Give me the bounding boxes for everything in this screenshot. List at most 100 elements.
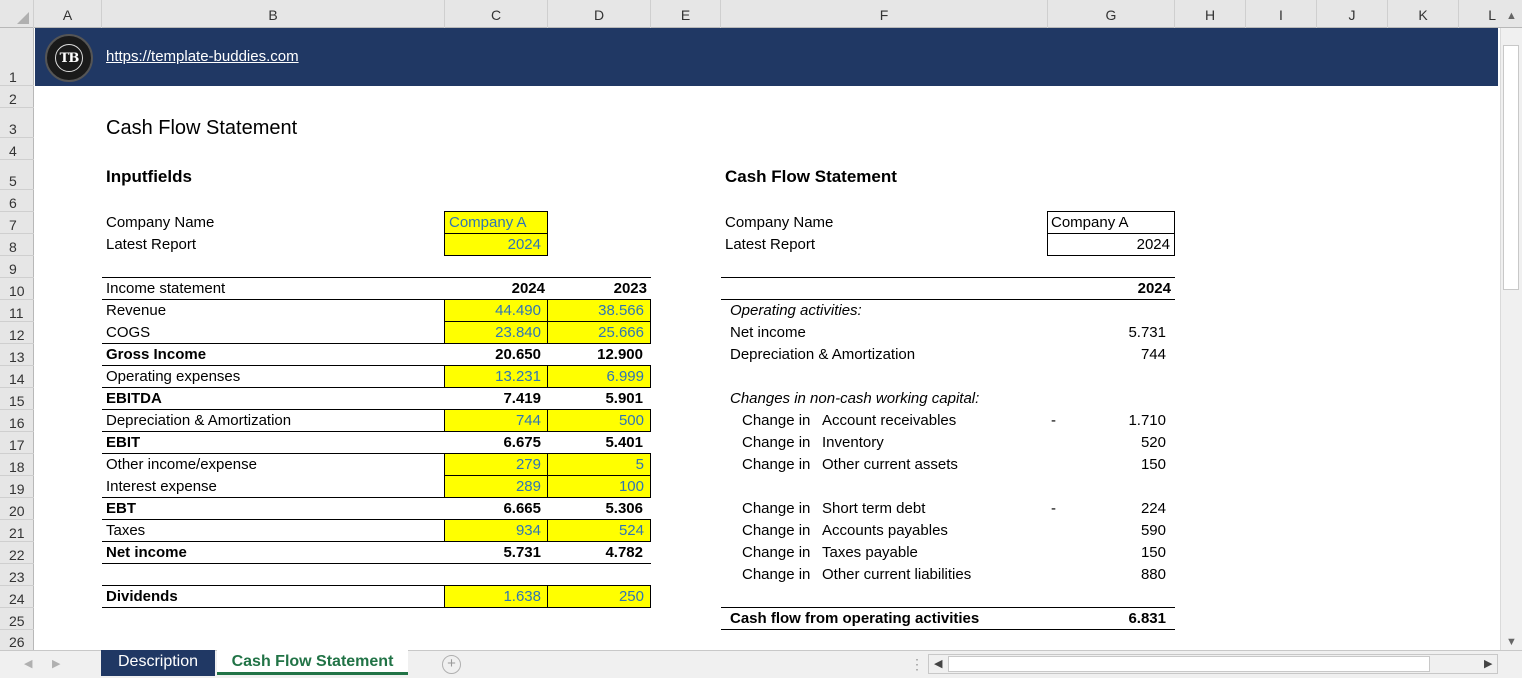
tab-scroll-left-icon[interactable]: ◀ xyxy=(24,657,32,670)
row-header[interactable]: 2 xyxy=(0,86,34,108)
row-header[interactable]: 1 xyxy=(0,28,34,86)
row-header[interactable]: 23 xyxy=(0,564,34,586)
operating-expenses-2024-input[interactable]: 13.231 xyxy=(444,365,548,388)
other-income-2023-input[interactable]: 5 xyxy=(547,453,651,476)
dividends-2024-input[interactable]: 1.638 xyxy=(444,585,548,608)
depreciation-2024-input[interactable]: 744 xyxy=(444,409,548,432)
wc-short-term-debt-label: Short term debt xyxy=(822,500,926,517)
add-sheet-icon[interactable]: + xyxy=(442,655,461,674)
operating-expenses-2023-input[interactable]: 6.999 xyxy=(547,365,651,388)
row-header[interactable]: 19 xyxy=(0,476,34,498)
scroll-down-icon[interactable]: ▼ xyxy=(1506,636,1517,648)
tab-description[interactable]: Description xyxy=(101,650,215,676)
row-header[interactable]: 17 xyxy=(0,432,34,454)
column-header-bar: A B C D E F G H I J K L xyxy=(0,0,1522,28)
change-in-prefix: Change in xyxy=(742,434,811,451)
tab-cash-flow-statement[interactable]: Cash Flow Statement xyxy=(217,650,408,675)
column-header-c[interactable]: C xyxy=(445,0,548,28)
row-header[interactable]: 11 xyxy=(0,300,34,322)
wc-short-term-debt-value: 224 xyxy=(1140,500,1166,517)
row-header[interactable]: 12 xyxy=(0,322,34,344)
interest-expense-2023-input[interactable]: 100 xyxy=(547,475,651,498)
wc-taxes-payable-label: Taxes payable xyxy=(822,544,918,561)
dividends-2023-input[interactable]: 250 xyxy=(547,585,651,608)
cf-depreciation-value: 744 xyxy=(1140,346,1166,363)
column-header-i[interactable]: I xyxy=(1246,0,1317,28)
other-income-label: Other income/expense xyxy=(106,456,257,473)
horizontal-scroll-thumb[interactable] xyxy=(948,656,1430,672)
row-header[interactable]: 13 xyxy=(0,344,34,366)
year-header-2024: 2024 xyxy=(511,280,545,297)
cf-year-header: 2024 xyxy=(1137,280,1171,297)
splitter-handle-icon[interactable]: ⋮ xyxy=(910,656,924,672)
revenue-2024-input[interactable]: 44.490 xyxy=(444,299,548,322)
row-header[interactable]: 6 xyxy=(0,190,34,212)
row-border xyxy=(102,563,651,564)
ebitda-2024: 7.419 xyxy=(503,390,541,407)
net-income-label: Net income xyxy=(106,544,187,561)
column-header-g[interactable]: G xyxy=(1048,0,1175,28)
tab-scroll-right-icon[interactable]: ▶ xyxy=(52,657,60,670)
row-header[interactable]: 4 xyxy=(0,138,34,160)
company-name-label: Company Name xyxy=(106,214,215,231)
inputfields-heading: Inputfields xyxy=(106,167,192,186)
net-income-2024: 5.731 xyxy=(503,544,541,561)
dividends-label: Dividends xyxy=(106,588,178,605)
taxes-2024-input[interactable]: 934 xyxy=(444,519,548,542)
ebit-2023: 5.401 xyxy=(605,434,643,451)
scroll-right-icon[interactable]: ▶ xyxy=(1484,657,1492,670)
interest-expense-2024-input[interactable]: 289 xyxy=(444,475,548,498)
column-header-l[interactable]: L xyxy=(1459,0,1500,28)
latest-report-input[interactable]: 2024 xyxy=(444,233,548,256)
net-income-2023: 4.782 xyxy=(605,544,643,561)
row-header[interactable]: 9 xyxy=(0,256,34,278)
taxes-2023-input[interactable]: 524 xyxy=(547,519,651,542)
column-header-j[interactable]: J xyxy=(1317,0,1388,28)
row-header[interactable]: 5 xyxy=(0,160,34,190)
interest-expense-label: Interest expense xyxy=(106,478,217,495)
cogs-2024-input[interactable]: 23.840 xyxy=(444,321,548,344)
row-header[interactable]: 24 xyxy=(0,586,34,608)
column-header-h[interactable]: H xyxy=(1175,0,1246,28)
row-header[interactable]: 3 xyxy=(0,108,34,138)
column-header-a[interactable]: A xyxy=(34,0,102,28)
ebt-2023: 5.306 xyxy=(605,500,643,517)
wc-accounts-payables-label: Accounts payables xyxy=(822,522,948,539)
other-income-2024-input[interactable]: 279 xyxy=(444,453,548,476)
row-header[interactable]: 20 xyxy=(0,498,34,520)
cf-operating-total-label: Cash flow from operating activities xyxy=(730,610,980,627)
column-header-d[interactable]: D xyxy=(548,0,651,28)
row-header[interactable]: 18 xyxy=(0,454,34,476)
website-link[interactable]: https://template-buddies.com xyxy=(106,48,299,65)
cf-company-name-label: Company Name xyxy=(725,214,834,231)
row-header[interactable]: 26 xyxy=(0,630,34,650)
scroll-up-icon[interactable]: ▲ xyxy=(1506,10,1517,22)
revenue-2023-input[interactable]: 38.566 xyxy=(547,299,651,322)
ebitda-2023: 5.901 xyxy=(605,390,643,407)
row-header[interactable]: 14 xyxy=(0,366,34,388)
scroll-left-icon[interactable]: ◀ xyxy=(934,657,942,670)
ebt-2024: 6.665 xyxy=(503,500,541,517)
row-header[interactable]: 25 xyxy=(0,608,34,630)
row-header[interactable]: 7 xyxy=(0,212,34,234)
page-title: Cash Flow Statement xyxy=(106,117,298,139)
column-header-k[interactable]: K xyxy=(1388,0,1459,28)
column-header-f[interactable]: F xyxy=(721,0,1048,28)
cogs-2023-input[interactable]: 25.666 xyxy=(547,321,651,344)
taxes-label: Taxes xyxy=(106,522,146,539)
row-header[interactable]: 22 xyxy=(0,542,34,564)
row-header[interactable]: 10 xyxy=(0,278,34,300)
company-name-input[interactable]: Company A xyxy=(444,211,548,234)
column-header-e[interactable]: E xyxy=(651,0,721,28)
column-header-b[interactable]: B xyxy=(102,0,445,28)
ebit-2024: 6.675 xyxy=(503,434,541,451)
depreciation-2023-input[interactable]: 500 xyxy=(547,409,651,432)
ebt-label: EBT xyxy=(106,500,136,517)
row-header[interactable]: 16 xyxy=(0,410,34,432)
select-all-corner[interactable] xyxy=(0,0,34,28)
row-header[interactable]: 21 xyxy=(0,520,34,542)
change-in-prefix: Change in xyxy=(742,500,811,517)
vertical-scroll-thumb[interactable] xyxy=(1503,45,1519,290)
row-header[interactable]: 15 xyxy=(0,388,34,410)
row-header[interactable]: 8 xyxy=(0,234,34,256)
